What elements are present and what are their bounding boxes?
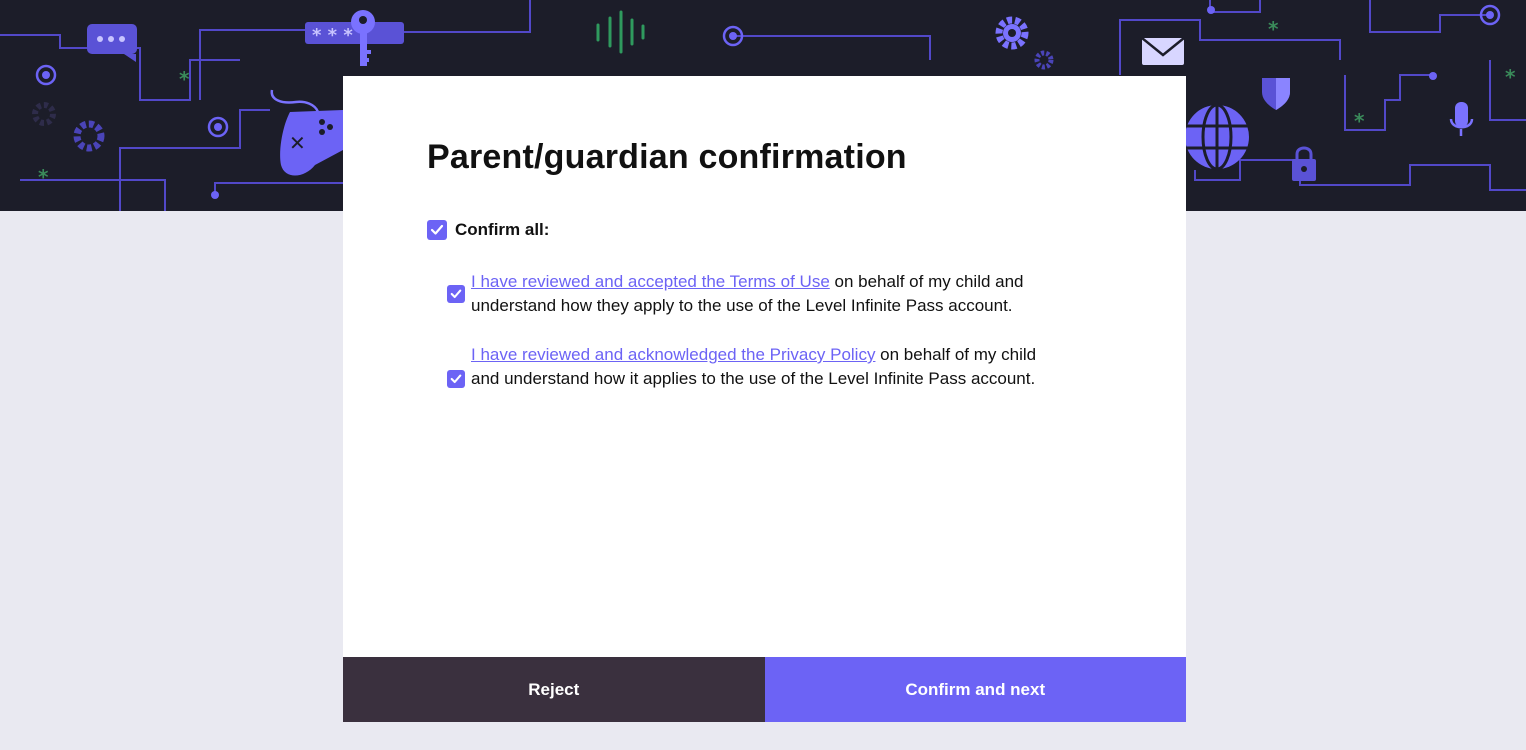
svg-text:✕: ✕ [289, 131, 306, 155]
checkmark-icon [430, 224, 444, 235]
chat-bubble-icon [87, 24, 137, 62]
checkmark-icon [450, 289, 462, 299]
terms-of-use-checkbox[interactable] [447, 285, 465, 303]
terms-of-use-consent-text: I have reviewed and accepted the Terms o… [471, 270, 1046, 318]
dialog-footer: Reject Confirm and next [343, 657, 1186, 722]
svg-text:*: * [38, 165, 49, 189]
dialog-title: Parent/guardian confirmation [427, 138, 907, 176]
privacy-policy-link[interactable]: I have reviewed and acknowledged the Pri… [471, 345, 875, 364]
audio-waveform-icon [596, 10, 645, 54]
envelope-icon [1141, 37, 1185, 65]
confirm-all-label: Confirm all: [455, 220, 550, 239]
privacy-policy-checkbox[interactable] [447, 370, 465, 388]
confirm-and-next-button[interactable]: Confirm and next [764, 657, 1186, 722]
shield-icon [1262, 78, 1290, 110]
globe-icon [1185, 103, 1249, 171]
svg-text:* * *: * * * [312, 25, 353, 46]
checkmark-icon [450, 374, 462, 384]
parental-consent-dialog: Parent/guardian confirmation Confirm all… [343, 76, 1186, 722]
reject-button[interactable]: Reject [343, 657, 765, 722]
svg-text:*: * [1268, 17, 1279, 41]
lock-icon [1292, 146, 1316, 181]
terms-of-use-link[interactable]: I have reviewed and accepted the Terms o… [471, 272, 830, 291]
microphone-icon [1449, 102, 1474, 136]
password-key-icon: * * * [305, 10, 404, 66]
game-controller-icon: ✕ [270, 89, 343, 176]
confirm-all-checkbox[interactable] [427, 220, 447, 240]
svg-text:*: * [179, 67, 190, 91]
svg-text:*: * [1354, 109, 1365, 133]
svg-text:*: * [1505, 65, 1516, 89]
privacy-policy-consent-text: I have reviewed and acknowledged the Pri… [471, 343, 1046, 391]
